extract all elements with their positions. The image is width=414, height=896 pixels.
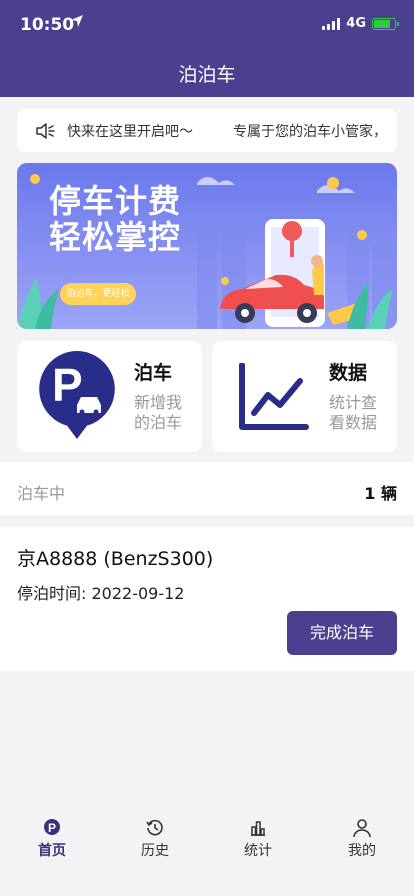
tab-history-label: 历史 <box>141 843 169 859</box>
tab-home[interactable]: P 首页 <box>17 818 87 860</box>
battery-icon <box>372 17 399 30</box>
app-header: 10:50 4G 泊泊车 <box>0 0 414 97</box>
notice-text: 快来在这里开启吧～ <box>67 124 193 140</box>
network-type: 4G <box>346 16 366 31</box>
svg-text:P: P <box>48 821 56 835</box>
chart-icon <box>239 363 309 430</box>
promo-banner[interactable]: 停车计费 轻松掌控 泊泊车，更轻松 <box>17 163 397 329</box>
park-card[interactable]: P 泊车 新增我的泊车 <box>17 341 202 452</box>
signal-icon <box>322 17 341 30</box>
tab-bar: P 首页 历史 统计 我的 <box>0 800 414 896</box>
park-card-title: 泊车 <box>134 362 173 384</box>
car-plate: 京A8888 (BenzS300) <box>17 548 214 570</box>
status-indicators: 4G <box>322 16 399 31</box>
status-time: 10:50 <box>20 15 75 35</box>
parked-car-card: 京A8888 (BenzS300) 停泊时间: 2022-09-12 完成泊车 <box>0 527 414 671</box>
banner-title-line1: 停车计费 <box>49 182 182 220</box>
park-card-subtitle: 新增我的泊车 <box>134 393 183 432</box>
banner-pill: 泊泊车，更轻松 <box>60 283 136 305</box>
notice-bar[interactable]: 快来在这里开启吧～ 专属于您的泊车小管家， <box>17 109 397 152</box>
stats-icon <box>251 821 265 836</box>
page-title: 泊泊车 <box>178 64 236 86</box>
banner-title-line2: 轻松掌控 <box>49 218 182 256</box>
data-card[interactable]: 数据 统计查看数据 <box>212 341 397 452</box>
tab-history[interactable]: 历史 <box>120 818 190 860</box>
tab-home-label: 首页 <box>38 843 66 859</box>
tab-stats-label: 统计 <box>244 843 272 859</box>
notice-text-scroll: 专属于您的泊车小管家， <box>233 124 387 140</box>
data-card-subtitle: 统计查看数据 <box>329 393 378 432</box>
parking-icon: P <box>39 351 115 439</box>
parking-label: 泊车中 <box>17 484 66 503</box>
finish-parking-button[interactable]: 完成泊车 <box>287 611 397 655</box>
parking-status-bar: 泊车中 1 辆 <box>0 462 414 515</box>
tab-profile[interactable]: 我的 <box>327 818 397 860</box>
home-parking-icon: P <box>44 819 60 835</box>
tab-profile-label: 我的 <box>348 843 376 859</box>
history-icon <box>146 819 163 836</box>
status-bar: 10:50 4G <box>0 0 414 50</box>
tab-stats[interactable]: 统计 <box>223 818 293 860</box>
speaker-icon <box>36 123 55 139</box>
location-arrow-icon <box>71 15 83 27</box>
park-time: 停泊时间: 2022-09-12 <box>17 584 185 603</box>
user-icon <box>353 819 371 838</box>
parking-count: 1 辆 <box>364 484 397 503</box>
data-card-title: 数据 <box>329 362 368 384</box>
banner-title: 停车计费 轻松掌控 <box>49 183 181 255</box>
